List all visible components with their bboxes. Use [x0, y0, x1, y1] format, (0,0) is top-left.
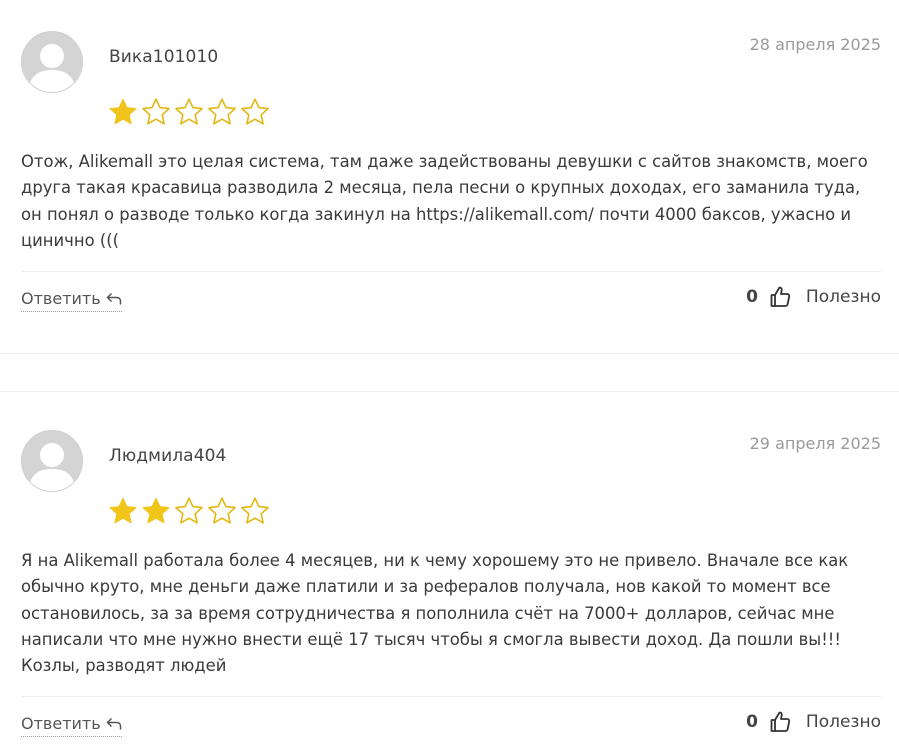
- helpful-control: 0 Полезно: [746, 710, 881, 734]
- star-outline-icon: [208, 98, 236, 125]
- star-outline-icon: [175, 98, 203, 125]
- review-card: Людмила404 29 апреля 2025 Я на Alikemall…: [0, 392, 899, 744]
- helpful-count: 0: [746, 712, 758, 732]
- rating-stars: [108, 496, 270, 526]
- reply-arrow-icon: [106, 717, 121, 729]
- review-author: Вика101010: [109, 47, 219, 67]
- reply-arrow-icon: [106, 292, 121, 304]
- review-card: Вика101010 28 апреля 2025 Отож, Alikemal…: [0, 0, 899, 354]
- reply-button[interactable]: Ответить: [21, 714, 122, 737]
- reply-button[interactable]: Ответить: [21, 289, 122, 312]
- star-outline-icon: [175, 497, 203, 524]
- review-date: 28 апреля 2025: [749, 35, 881, 54]
- star-outline-icon: [142, 98, 170, 125]
- helpful-button[interactable]: Полезно: [806, 712, 881, 732]
- review-text: Отож, Alikemall это целая система, там д…: [21, 152, 868, 250]
- helpful-count: 0: [746, 287, 758, 307]
- thumbs-up-icon[interactable]: [768, 285, 792, 309]
- review-date: 29 апреля 2025: [749, 434, 881, 453]
- divider: [21, 271, 881, 272]
- star-filled-icon: [109, 497, 137, 524]
- thumbs-up-icon[interactable]: [768, 710, 792, 734]
- rating-stars: [108, 97, 270, 127]
- divider: [21, 696, 881, 697]
- helpful-button[interactable]: Полезно: [806, 287, 881, 307]
- star-filled-icon: [142, 497, 170, 524]
- helpful-control: 0 Полезно: [746, 285, 881, 309]
- reply-label: Ответить: [21, 714, 101, 733]
- review-author: Людмила404: [109, 446, 227, 466]
- reply-label: Ответить: [21, 289, 101, 308]
- user-avatar-icon: [22, 32, 82, 92]
- star-outline-icon: [241, 98, 269, 125]
- avatar: [21, 31, 83, 93]
- user-avatar-icon: [22, 431, 82, 491]
- avatar: [21, 430, 83, 492]
- star-outline-icon: [241, 497, 269, 524]
- star-outline-icon: [208, 497, 236, 524]
- review-text: Я на Alikemall работала более 4 месяцев,…: [21, 551, 849, 676]
- star-filled-icon: [109, 98, 137, 125]
- review-separator: [0, 353, 899, 354]
